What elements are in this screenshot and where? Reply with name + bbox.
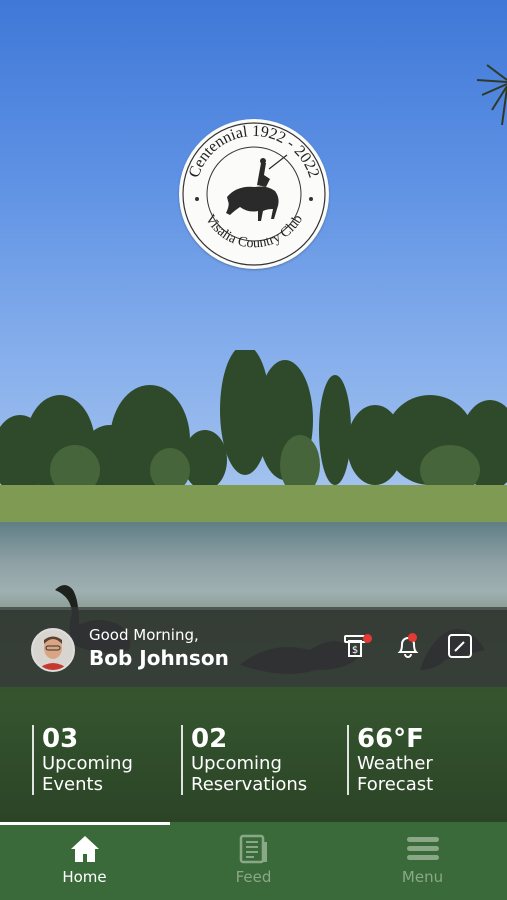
svg-text:Centennial 1922 - 2022: Centennial 1922 - 2022 xyxy=(186,123,323,180)
statement-alert-dot xyxy=(363,634,372,643)
profile-photo xyxy=(33,630,73,670)
svg-text:Visalia Country Club: Visalia Country Club xyxy=(202,212,306,251)
edit-button[interactable] xyxy=(446,632,474,660)
reservations-label-1: Upcoming xyxy=(191,753,282,774)
notifications-alert-dot xyxy=(408,633,417,642)
events-count: 03 xyxy=(42,724,79,754)
stat-upcoming-reservations[interactable]: 02 Upcoming Reservations xyxy=(181,725,307,795)
member-name: Bob Johnson xyxy=(89,646,229,670)
weather-label-1: Weather xyxy=(357,753,433,774)
horse-rider-emblem xyxy=(226,154,288,221)
tab-feed-label: Feed xyxy=(235,868,272,886)
tab-feed[interactable]: Feed xyxy=(169,822,338,900)
reservations-label-2: Reservations xyxy=(191,774,308,795)
events-label-2: Events xyxy=(42,774,103,795)
greeting-bar xyxy=(0,607,507,687)
home-icon xyxy=(70,836,99,862)
events-label-1: Upcoming xyxy=(42,753,133,774)
logo-bottom-text: Visalia Country Club xyxy=(202,212,306,251)
palm-frond xyxy=(476,64,507,126)
svg-text:$: $ xyxy=(352,645,358,656)
stat-weather-forecast[interactable]: 66°F Weather Forecast xyxy=(347,725,433,795)
statement-button[interactable]: $ xyxy=(342,632,372,660)
greeting-salutation: Good Morning, xyxy=(89,626,199,644)
club-logo: Centennial 1922 - 2022 Visalia Country C… xyxy=(179,119,329,269)
menu-icon xyxy=(406,837,439,860)
tab-menu-label: Menu xyxy=(401,868,444,886)
feed-icon xyxy=(239,834,267,864)
tab-menu[interactable]: Menu xyxy=(338,822,507,900)
logo-top-text: Centennial 1922 - 2022 xyxy=(186,123,323,180)
tab-home-label: Home xyxy=(62,868,107,886)
fairway xyxy=(0,485,507,525)
weather-label-2: Forecast xyxy=(357,774,434,795)
avatar[interactable] xyxy=(31,628,75,672)
stat-upcoming-events[interactable]: 03 Upcoming Events xyxy=(32,725,133,795)
edit-icon xyxy=(448,634,472,658)
notifications-button[interactable] xyxy=(394,632,422,660)
reservations-count: 02 xyxy=(191,724,228,754)
tab-home[interactable]: Home xyxy=(0,822,169,900)
weather-temperature: 66°F xyxy=(357,724,424,754)
